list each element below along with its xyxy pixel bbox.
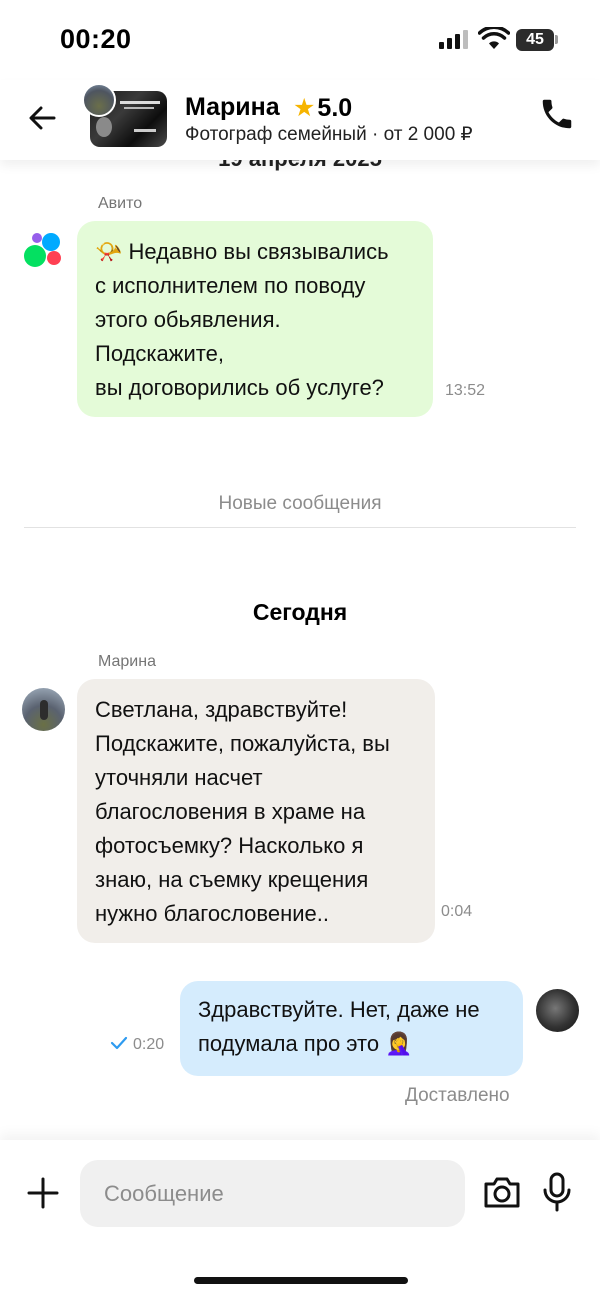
message-line: знаю, на съемку крещения (95, 867, 369, 892)
contact-name[interactable]: Марина (185, 93, 280, 122)
message-line: с исполнителем по поводу (95, 273, 366, 298)
message-line: подумала про это 🤦‍♀️ (198, 1031, 413, 1056)
chat-header: Марина ★ 5.0 Фотограф семейный · от 2 00… (0, 80, 600, 160)
cellular-signal-icon (439, 30, 468, 49)
wifi-icon (478, 27, 510, 49)
contact-avatar[interactable] (82, 83, 116, 117)
message-line: благословения в храме на (95, 799, 366, 824)
sender-avatar[interactable] (22, 688, 65, 731)
new-messages-label: Новые сообщения (218, 493, 382, 514)
message-bubble-incoming[interactable]: Светлана, здравствуйте! Подскажите, пожа… (77, 679, 435, 943)
plus-icon[interactable] (26, 1176, 60, 1210)
camera-icon[interactable] (482, 1174, 522, 1210)
message-line: Подскажите, (95, 341, 224, 366)
message-line: уточняли насчет (95, 765, 263, 790)
contact-rating: ★ 5.0 (293, 93, 352, 123)
date-separator-today: Сегодня (252, 599, 348, 625)
home-indicator (194, 1277, 408, 1284)
message-time: 0:04 (441, 903, 473, 920)
message-line: этого обьявления. (95, 307, 281, 332)
microphone-icon[interactable] (542, 1172, 572, 1212)
message-line: Светлана, здравствуйте! (95, 697, 348, 722)
phone-icon[interactable] (538, 95, 576, 133)
back-arrow-icon[interactable] (24, 98, 64, 138)
message-input[interactable] (80, 1160, 465, 1227)
status-time: 00:20 (60, 24, 132, 54)
star-icon: ★ (293, 94, 316, 122)
listing-subtitle[interactable]: Фотограф семейный · от 2 000 ₽ (185, 123, 473, 146)
battery-tip (555, 35, 558, 44)
message-line: вы договорились об услуге? (95, 375, 384, 400)
sender-label: Авито (98, 195, 143, 212)
delivery-status: Доставлено (405, 1085, 510, 1106)
message-line: Подскажите, пожалуйста, вы (95, 731, 390, 756)
sender-label: Марина (98, 653, 156, 670)
message-line: 📯 Недавно вы связывались (95, 239, 389, 264)
new-messages-divider (24, 527, 576, 528)
message-line: нужно благословение.. (95, 901, 329, 926)
message-line: фотосъемку? Насколько я (95, 833, 364, 858)
check-icon (110, 1036, 128, 1050)
avito-logo-icon (24, 233, 61, 267)
status-bar: 00:20 45 (0, 0, 600, 80)
my-avatar[interactable] (536, 989, 579, 1032)
message-time: 0:20 (133, 1036, 165, 1053)
message-bubble-outgoing[interactable]: Здравствуйте. Нет, даже не подумала про … (180, 981, 523, 1076)
composer-bar (0, 1140, 600, 1297)
battery-indicator: 45 (516, 29, 554, 51)
message-bubble-avito[interactable]: 📯 Недавно вы связывались с исполнителем … (77, 221, 433, 417)
message-time: 13:52 (445, 382, 486, 399)
message-line: Здравствуйте. Нет, даже не (198, 997, 480, 1022)
rating-value: 5.0 (317, 93, 353, 122)
